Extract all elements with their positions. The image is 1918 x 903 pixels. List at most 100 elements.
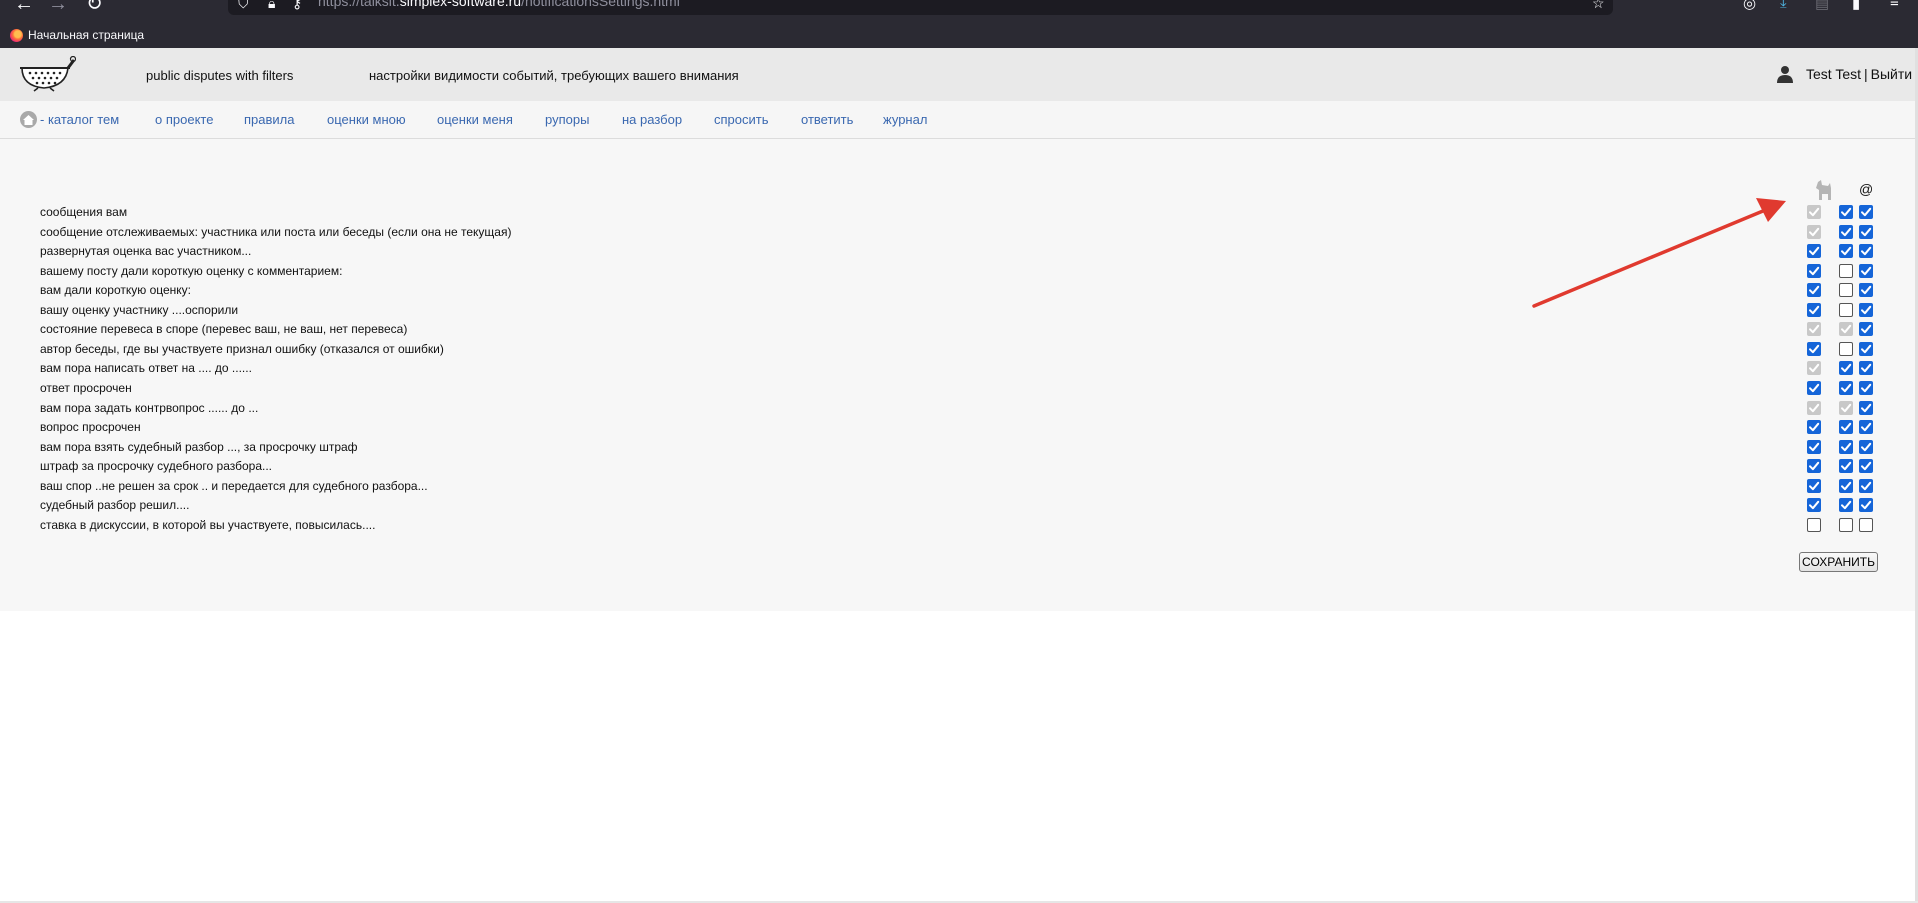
- setting-checkbox-col3[interactable]: [1859, 459, 1873, 473]
- setting-checkbox-col2[interactable]: [1839, 283, 1853, 297]
- home-icon[interactable]: [20, 111, 37, 128]
- setting-checkbox-col3[interactable]: [1859, 225, 1873, 239]
- setting-checkbox-col3[interactable]: [1859, 303, 1873, 317]
- setting-checkbox-col3[interactable]: [1859, 342, 1873, 356]
- dog-icon: [1816, 180, 1831, 200]
- setting-checkbox-col2[interactable]: [1839, 518, 1853, 532]
- setting-checkbox-col3[interactable]: [1859, 420, 1873, 434]
- setting-label: судебный разбор решил....: [40, 498, 190, 512]
- library-icon[interactable]: ▤: [1815, 0, 1829, 12]
- setting-checkbox-col3[interactable]: [1859, 479, 1873, 493]
- save-button[interactable]: СОХРАНИТЬ: [1799, 552, 1878, 572]
- page-title: настройки видимости событий, требующих в…: [369, 68, 739, 83]
- nav-rules[interactable]: правила: [244, 112, 294, 127]
- setting-checkbox-col2[interactable]: [1839, 244, 1853, 258]
- forward-icon[interactable]: →: [48, 0, 68, 14]
- setting-checkbox-col1[interactable]: [1807, 244, 1821, 258]
- setting-checkbox-col2[interactable]: [1839, 264, 1853, 278]
- browser-toolbar: ← → ↻ ⛉ 🔒︎ ⚷ https://talksit.simplex-sof…: [0, 0, 1918, 48]
- setting-checkbox-col1: [1807, 322, 1821, 336]
- setting-checkbox-col1[interactable]: [1807, 459, 1821, 473]
- setting-checkbox-col2: [1839, 401, 1853, 415]
- nav-ratings-by-me[interactable]: оценки мною: [327, 112, 406, 127]
- nav-ratings-of-me[interactable]: оценки меня: [437, 112, 513, 127]
- setting-checkbox-col3[interactable]: [1859, 518, 1873, 532]
- setting-checkbox-col3[interactable]: [1859, 440, 1873, 454]
- url-bar[interactable]: ⛉ 🔒︎ ⚷ https://talksit.simplex-software.…: [228, 0, 1613, 15]
- setting-checkbox-col1: [1807, 361, 1821, 375]
- setting-checkbox-col1[interactable]: [1807, 498, 1821, 512]
- setting-label: вопрос просрочен: [40, 420, 141, 434]
- nav-for-review[interactable]: на разбор: [622, 112, 682, 127]
- nav-ask[interactable]: спросить: [714, 112, 769, 127]
- setting-checkbox-col2[interactable]: [1839, 205, 1853, 219]
- nav-megaphones[interactable]: рупоры: [545, 112, 589, 127]
- pocket-icon[interactable]: ◎: [1743, 0, 1756, 12]
- setting-label: развернутая оценка вас участником...: [40, 244, 252, 258]
- setting-label: вам дали короткую оценку:: [40, 283, 192, 297]
- setting-label: вашу оценку участнику ....оспорили: [40, 303, 239, 317]
- setting-checkbox-col2[interactable]: [1839, 479, 1853, 493]
- setting-checkbox-col2[interactable]: [1839, 420, 1853, 434]
- setting-checkbox-col2[interactable]: [1839, 498, 1853, 512]
- setting-label: вашему посту дали короткую оценку с комм…: [40, 264, 343, 278]
- permissions-icon[interactable]: ⚷: [292, 0, 302, 12]
- setting-checkbox-col3[interactable]: [1859, 401, 1873, 415]
- setting-checkbox-col2[interactable]: [1839, 361, 1853, 375]
- setting-checkbox-col3[interactable]: [1859, 205, 1873, 219]
- setting-checkbox-col2: [1839, 322, 1853, 336]
- setting-checkbox-col2[interactable]: [1839, 342, 1853, 356]
- logout-link[interactable]: Выйти: [1871, 66, 1912, 82]
- setting-checkbox-col3[interactable]: [1859, 244, 1873, 258]
- downloads-icon[interactable]: ⤓: [1780, 0, 1787, 11]
- setting-checkbox-col2[interactable]: [1839, 303, 1853, 317]
- setting-checkbox-col3[interactable]: [1859, 498, 1873, 512]
- setting-checkbox-col2[interactable]: [1839, 225, 1853, 239]
- setting-checkbox-col1[interactable]: [1807, 342, 1821, 356]
- user-name[interactable]: Test Test: [1806, 66, 1861, 82]
- reload-icon[interactable]: ↻: [86, 0, 103, 14]
- setting-checkbox-col3[interactable]: [1859, 381, 1873, 395]
- url-text[interactable]: https://talksit.simplex-software.ru/noti…: [318, 0, 680, 9]
- setting-label: состояние перевеса в споре (перевес ваш,…: [40, 322, 408, 336]
- setting-checkbox-col1[interactable]: [1807, 518, 1821, 532]
- nav-answer[interactable]: ответить: [801, 112, 853, 127]
- back-icon[interactable]: ←: [14, 0, 34, 14]
- site-name[interactable]: public disputes with filters: [146, 68, 293, 83]
- lock-icon[interactable]: 🔒︎: [268, 0, 275, 12]
- setting-checkbox-col1[interactable]: [1807, 381, 1821, 395]
- setting-checkbox-col2[interactable]: [1839, 381, 1853, 395]
- firefox-icon: [10, 28, 23, 42]
- setting-label: автор беседы, где вы участвуете признал …: [40, 342, 444, 356]
- setting-checkbox-col1[interactable]: [1807, 479, 1821, 493]
- user-box: Test Test | Выйти: [1776, 65, 1912, 83]
- setting-checkbox-col3[interactable]: [1859, 264, 1873, 278]
- setting-checkbox-col1[interactable]: [1807, 283, 1821, 297]
- menu-icon[interactable]: ≡: [1890, 0, 1899, 11]
- setting-checkbox-col1: [1807, 401, 1821, 415]
- bookmark-home[interactable]: Начальная страница: [10, 27, 144, 43]
- extensions-icon[interactable]: ▮: [1852, 0, 1860, 12]
- nav-home[interactable]: - каталог тем: [20, 111, 119, 128]
- setting-checkbox-col3[interactable]: [1859, 283, 1873, 297]
- setting-checkbox-col1[interactable]: [1807, 440, 1821, 454]
- setting-label: сообщение отслеживаемых: участника или п…: [40, 225, 512, 239]
- nav-catalog-link[interactable]: - каталог тем: [40, 112, 119, 127]
- setting-label: штраф за просрочку судебного разбора...: [40, 459, 273, 473]
- setting-checkbox-col1[interactable]: [1807, 264, 1821, 278]
- setting-label: вам пора взять судебный разбор ..., за п…: [40, 440, 358, 454]
- shield-icon[interactable]: ⛉: [238, 0, 249, 12]
- annotation-arrow: [1532, 198, 1786, 308]
- setting-checkbox-col3[interactable]: [1859, 322, 1873, 336]
- setting-checkbox-col3[interactable]: [1859, 361, 1873, 375]
- bookmark-star-icon[interactable]: ☆: [1592, 0, 1605, 12]
- setting-checkbox-col1[interactable]: [1807, 303, 1821, 317]
- setting-checkbox-col1[interactable]: [1807, 420, 1821, 434]
- nav-journal[interactable]: журнал: [883, 112, 927, 127]
- nav-about[interactable]: о проекте: [155, 112, 213, 127]
- bookmark-label: Начальная страница: [28, 28, 145, 42]
- setting-checkbox-col2[interactable]: [1839, 440, 1853, 454]
- colander-logo-icon[interactable]: [18, 56, 76, 92]
- setting-checkbox-col2[interactable]: [1839, 459, 1853, 473]
- site-header: public disputes with filters настройки в…: [0, 48, 1915, 101]
